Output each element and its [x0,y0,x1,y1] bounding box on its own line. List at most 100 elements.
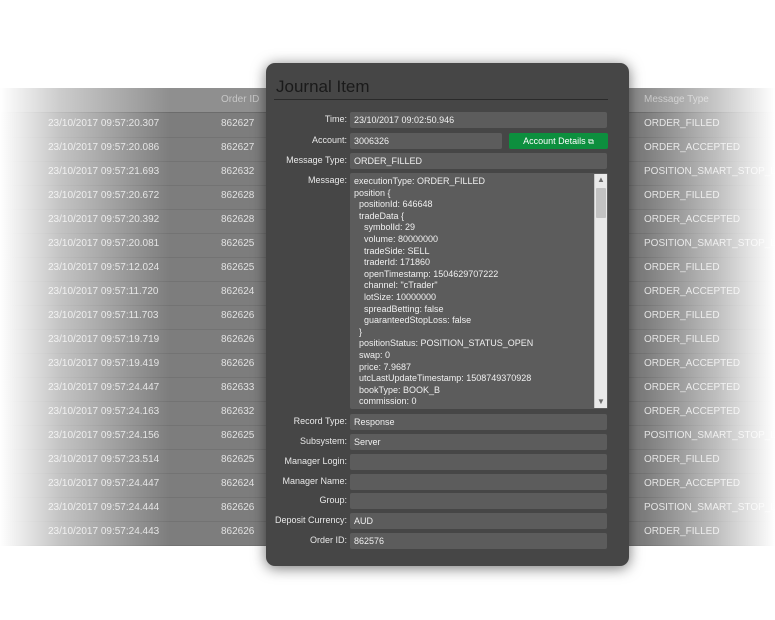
cell-message-type: POSITION_SMART_STOP_LOSS [644,166,775,177]
message-scrollbar[interactable]: ▲ ▼ [594,174,607,408]
cell-message-type: ORDER_FILLED [644,526,720,537]
cell-time: 23/10/2017 09:57:21.693 [48,166,160,177]
cell-order-id: 862625 [221,430,255,441]
time-field[interactable]: 23/10/2017 09:02:50.946 [350,112,607,128]
scroll-up-arrow-icon[interactable]: ▲ [595,174,607,186]
message-type-label: Message Type: [286,155,347,165]
scroll-down-arrow-icon[interactable]: ▼ [595,396,607,408]
message-line: positionId: 646648 [354,199,433,210]
cell-message-type: ORDER_FILLED [644,262,720,273]
subsystem-label: Subsystem: [299,436,347,446]
time-label: Time: [324,114,347,124]
cell-time: 23/10/2017 09:57:19.419 [48,358,160,369]
group-field[interactable] [350,493,607,509]
cell-message-type: ORDER_ACCEPTED [644,406,741,417]
record-type-field[interactable]: Response [350,414,607,430]
message-line: openTimestamp: 1504629707222 [354,268,499,279]
cell-time: 23/10/2017 09:57:24.443 [48,526,160,537]
journal-item-dialog: Journal Item Time: 23/10/2017 09:02:50.9… [266,63,629,566]
message-line: commission: 0 [354,396,417,407]
cell-time: 23/10/2017 09:57:20.672 [48,190,160,201]
cell-order-id: 862625 [221,454,255,465]
column-header-message-type[interactable]: Message Type [644,94,709,105]
cell-order-id: 862625 [221,238,255,249]
message-line: tradeData { [354,210,405,221]
cell-order-id: 862628 [221,190,255,201]
cell-time: 23/10/2017 09:57:24.447 [48,382,160,393]
message-content: executionType: ORDER_FILLED position { po… [354,176,590,408]
cell-order-id: 862628 [221,214,255,225]
cell-time: 23/10/2017 09:57:24.163 [48,406,160,417]
cell-message-type: ORDER_ACCEPTED [644,478,741,489]
manager-login-label: Manager Login: [284,456,347,466]
field-row-order-id: Order ID: 862576 [266,533,629,549]
cell-order-id: 862627 [221,142,255,153]
message-line: utcLastUpdateTimestamp: 1508749370928 [354,373,532,384]
cell-time: 23/10/2017 09:57:20.392 [48,214,160,225]
cell-order-id: 862624 [221,286,255,297]
message-line: channel: "cTrader" [354,280,438,291]
cell-order-id: 862626 [221,334,255,345]
cell-order-id: 862632 [221,166,255,177]
deposit-currency-label: Deposit Currency: [274,515,347,525]
order-id-field[interactable]: 862576 [350,533,607,549]
cell-message-type: POSITION_SMART_STOP_LOSS [644,238,775,249]
cell-order-id: 862624 [221,478,255,489]
scroll-thumb[interactable] [596,188,606,218]
record-type-label: Record Type: [293,416,347,426]
cell-message-type: ORDER_ACCEPTED [644,142,741,153]
subsystem-field[interactable]: Server [350,434,607,450]
cell-time: 23/10/2017 09:57:24.447 [48,478,160,489]
message-line: traderId: 171860 [354,257,431,268]
column-header-order-id[interactable]: Order ID [221,94,259,105]
account-field[interactable]: 3006326 [350,133,502,149]
cell-time: 23/10/2017 09:57:12.024 [48,262,160,273]
cell-order-id: 862626 [221,526,255,537]
cell-time: 23/10/2017 09:57:20.086 [48,142,160,153]
message-line: tradeSide: SELL [354,245,430,256]
field-row-message-type: Message Type: ORDER_FILLED [266,153,629,169]
account-details-label: Account Details [523,136,586,146]
message-label: Message: [307,175,347,185]
cell-order-id: 862627 [221,118,255,129]
manager-name-label: Manager Name: [282,476,347,486]
cell-message-type: ORDER_FILLED [644,118,720,129]
manager-name-field[interactable] [350,474,607,490]
field-row-group: Group: [266,493,629,509]
cell-order-id: 862625 [221,262,255,273]
cell-time: 23/10/2017 09:57:23.514 [48,454,160,465]
group-label: Group: [319,495,347,505]
cell-time: 23/10/2017 09:57:24.156 [48,430,160,441]
manager-login-field[interactable] [350,454,607,470]
message-line: positionStatus: POSITION_STATUS_OPEN [354,338,534,349]
order-id-label: Order ID: [309,535,347,545]
message-line: price: 7.9687 [354,361,412,372]
cell-message-type: ORDER_ACCEPTED [644,214,741,225]
message-line: } [354,326,363,337]
field-row-manager-name: Manager Name: [266,474,629,490]
cell-order-id: 862626 [221,358,255,369]
cell-time: 23/10/2017 09:57:24.444 [48,502,160,513]
field-row-record-type: Record Type: Response [266,414,629,430]
message-type-field[interactable]: ORDER_FILLED [350,153,607,169]
field-row-time: Time: 23/10/2017 09:02:50.946 [266,112,629,128]
deposit-currency-field[interactable]: AUD [350,513,607,529]
account-label: Account: [311,135,347,145]
cell-time: 23/10/2017 09:57:11.720 [48,286,159,297]
cell-order-id: 862626 [221,310,255,321]
message-textarea[interactable]: executionType: ORDER_FILLED position { po… [350,173,608,409]
account-details-button[interactable]: Account Details ⧉ [509,133,608,149]
cell-message-type: POSITION_SMART_STOP_LOSS [644,430,775,441]
title-divider [274,99,608,100]
cell-message-type: ORDER_ACCEPTED [644,358,741,369]
message-line: symbolId: 29 [354,222,416,233]
cell-message-type: ORDER_FILLED [644,190,720,201]
cell-time: 23/10/2017 09:57:20.307 [48,118,160,129]
cell-message-type: ORDER_FILLED [644,454,720,465]
dialog-title: Journal Item [276,77,370,96]
message-line: guaranteedStopLoss: false [354,315,472,326]
cell-order-id: 862633 [221,382,255,393]
field-row-subsystem: Subsystem: Server [266,434,629,450]
message-line: bookType: BOOK_B [354,384,441,395]
message-line: spreadBetting: false [354,303,444,314]
